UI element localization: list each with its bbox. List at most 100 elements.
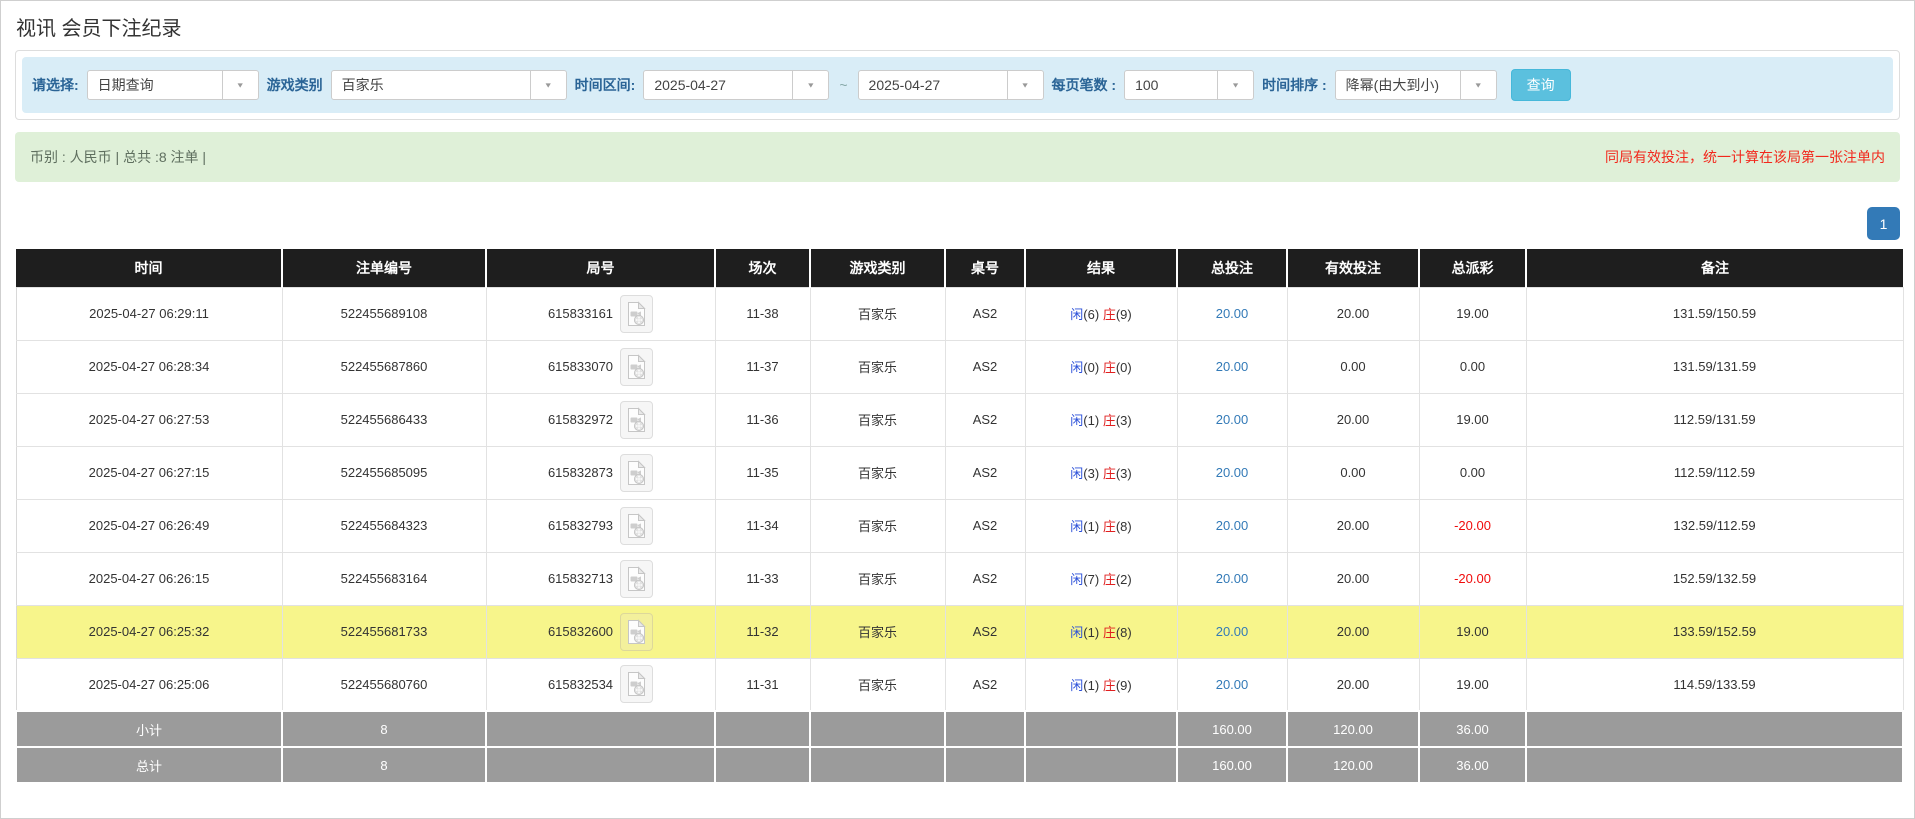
round-id: 615833070 xyxy=(547,359,614,374)
summary-count: 8 xyxy=(281,710,487,748)
cell-game: 百家乐 xyxy=(809,445,946,500)
table-body: 2025-04-27 06:29:11 522455689108 6158331… xyxy=(15,286,1904,712)
round-id: 615833161 xyxy=(547,306,614,321)
cell-bet-id: 522455687860 xyxy=(281,339,487,394)
cell-payout: 0.00 xyxy=(1418,445,1527,500)
summary-count: 8 xyxy=(281,746,487,784)
video-replay-button[interactable] xyxy=(620,665,654,704)
table-header-row: 时间 注单编号 局号 场次 游戏类别 桌号 结果 总投注 有效投注 总派彩 备注 xyxy=(16,249,1903,287)
cell-game: 百家乐 xyxy=(809,498,946,553)
video-file-icon xyxy=(628,353,646,379)
video-file-icon xyxy=(628,406,646,432)
cell-round: 615832972 xyxy=(485,392,716,447)
total-bet-link[interactable]: 20.00 xyxy=(1216,518,1249,533)
chevron-down-icon: ▼ xyxy=(792,71,828,99)
cell-remark: 112.59/112.59 xyxy=(1525,445,1904,500)
cell-time: 2025-04-27 06:27:53 xyxy=(15,392,283,447)
page-size-select[interactable]: 100 ▼ xyxy=(1124,70,1255,100)
column-header: 时间 xyxy=(16,249,282,287)
date-from-select[interactable]: 2025-04-27 ▼ xyxy=(643,70,830,100)
filter-panel: 请选择: 日期查询 ▼ 游戏类别 百家乐 ▼ 时间区间: 2025-04-27 … xyxy=(15,50,1900,120)
cell-total-bet: 20.00 xyxy=(1176,604,1288,659)
table-row: 2025-04-27 06:26:15 522455683164 6158327… xyxy=(15,551,1904,606)
cell-table-no: AS2 xyxy=(944,392,1026,447)
cell-total-bet: 20.00 xyxy=(1176,445,1288,500)
cell-payout: -20.00 xyxy=(1418,498,1527,553)
result-banker: 庄 xyxy=(1102,466,1116,481)
summary-label: 小计 xyxy=(15,710,283,748)
column-header: 桌号 xyxy=(944,249,1025,287)
result-banker: 庄 xyxy=(1102,413,1116,428)
column-header: 有效投注 xyxy=(1286,249,1419,287)
table-footer: 小计 8 160.00 120.00 36.00 总计 8 160.00 120… xyxy=(15,710,1904,784)
video-replay-button[interactable] xyxy=(620,506,654,545)
cell-bet-id: 522455681733 xyxy=(281,604,487,659)
total-bet-link[interactable]: 20.00 xyxy=(1216,412,1249,427)
summary-row: 小计 8 160.00 120.00 36.00 xyxy=(15,710,1904,748)
table-row: 2025-04-27 06:28:34 522455687860 6158330… xyxy=(15,339,1904,394)
cell-table-no: AS2 xyxy=(944,445,1026,500)
video-file-icon xyxy=(628,618,646,644)
table-row: 2025-04-27 06:27:15 522455685095 6158328… xyxy=(15,445,1904,500)
cell-time: 2025-04-27 06:25:06 xyxy=(15,657,283,712)
video-replay-button[interactable] xyxy=(620,612,654,651)
video-file-icon xyxy=(628,565,646,591)
time-range-label: 时间区间: xyxy=(574,77,636,93)
total-bet-link[interactable]: 20.00 xyxy=(1216,359,1249,374)
search-button[interactable]: 查询 xyxy=(1510,69,1571,101)
cell-remark: 133.59/152.59 xyxy=(1525,604,1904,659)
cell-table-no: AS2 xyxy=(944,286,1026,341)
total-bet-link[interactable]: 20.00 xyxy=(1216,571,1249,586)
video-replay-button[interactable] xyxy=(620,453,654,492)
video-file-icon xyxy=(628,300,646,326)
video-replay-button[interactable] xyxy=(620,347,654,386)
cell-total-bet: 20.00 xyxy=(1176,286,1288,341)
total-bet-link[interactable]: 20.00 xyxy=(1216,677,1249,692)
cell-bet-id: 522455683164 xyxy=(281,551,487,606)
total-bet-link[interactable]: 20.00 xyxy=(1216,306,1249,321)
cell-round: 615833070 xyxy=(485,339,716,394)
column-header: 总投注 xyxy=(1176,249,1287,287)
column-header: 备注 xyxy=(1525,249,1903,287)
round-id: 615832972 xyxy=(547,412,614,427)
table-row: 2025-04-27 06:26:49 522455684323 6158327… xyxy=(15,498,1904,553)
round-id: 615832713 xyxy=(547,571,614,586)
page-1-button[interactable]: 1 xyxy=(1867,207,1900,240)
column-header: 注单编号 xyxy=(281,249,486,287)
cell-result: 闲(1) 庄(8) xyxy=(1024,498,1178,553)
game-category-select[interactable]: 百家乐 ▼ xyxy=(330,70,567,100)
cell-valid-bet: 0.00 xyxy=(1286,339,1420,394)
cell-round: 615832534 xyxy=(485,657,716,712)
cell-payout: 19.00 xyxy=(1418,604,1527,659)
result-player: 闲 xyxy=(1070,677,1084,693)
cell-game: 百家乐 xyxy=(809,286,946,341)
cell-game: 百家乐 xyxy=(809,551,946,606)
cell-table-no: AS2 xyxy=(944,498,1026,553)
cell-session: 11-33 xyxy=(714,551,811,606)
column-header: 总派彩 xyxy=(1418,249,1526,287)
time-sort-select[interactable]: 降幂(由大到小) ▼ xyxy=(1334,70,1497,100)
cell-payout: 19.00 xyxy=(1418,286,1527,341)
result-player: 闲 xyxy=(1070,413,1084,428)
cell-table-no: AS2 xyxy=(944,551,1026,606)
video-replay-button[interactable] xyxy=(620,294,654,333)
cell-result: 闲(1) 庄(8) xyxy=(1024,604,1178,659)
round-id: 615832534 xyxy=(547,676,614,692)
cell-valid-bet: 20.00 xyxy=(1286,657,1420,712)
cell-game: 百家乐 xyxy=(809,392,946,447)
table-row: 2025-04-27 06:25:06 522455680760 6158325… xyxy=(15,657,1904,712)
cell-round: 615832600 xyxy=(485,604,716,659)
date-to-select[interactable]: 2025-04-27 ▼ xyxy=(857,70,1044,100)
video-replay-button[interactable] xyxy=(620,400,654,439)
total-bet-link[interactable]: 20.00 xyxy=(1216,624,1249,639)
column-header: 结果 xyxy=(1024,249,1177,287)
cell-payout: 19.00 xyxy=(1418,657,1527,712)
cell-result: 闲(6) 庄(9) xyxy=(1024,286,1178,341)
cell-bet-id: 522455680760 xyxy=(281,657,487,712)
cell-time: 2025-04-27 06:26:15 xyxy=(15,551,283,606)
total-bet-link[interactable]: 20.00 xyxy=(1216,465,1249,480)
cell-game: 百家乐 xyxy=(809,657,946,712)
video-replay-button[interactable] xyxy=(620,559,654,598)
summary-total-bet: 160.00 xyxy=(1176,710,1288,748)
query-type-select[interactable]: 日期查询 ▼ xyxy=(86,70,259,100)
